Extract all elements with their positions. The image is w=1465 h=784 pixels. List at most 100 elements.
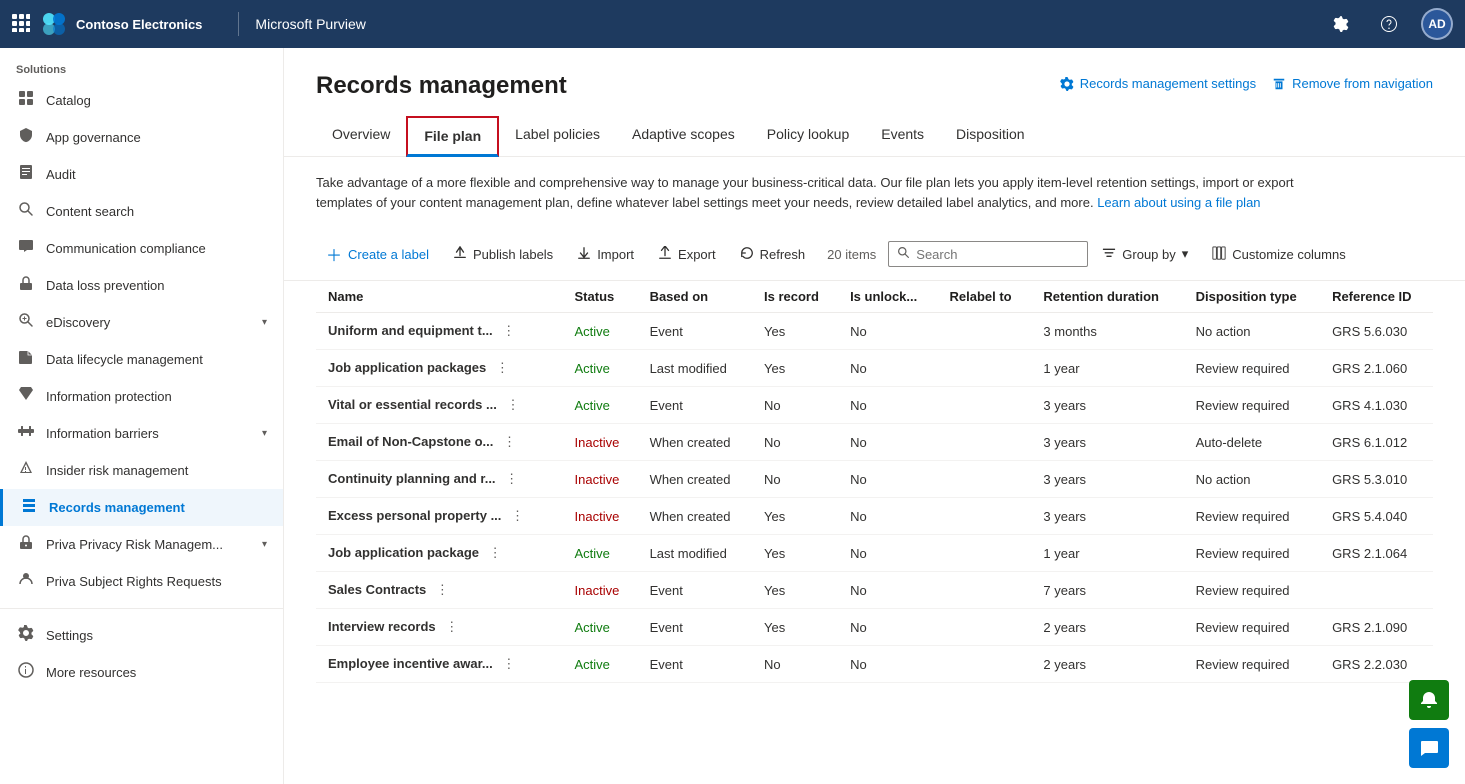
more-resources-icon — [16, 662, 36, 683]
sidebar-item-audit-label: Audit — [46, 167, 267, 182]
cell-based-on: Event — [638, 609, 752, 646]
tab-label-policies[interactable]: Label policies — [499, 116, 616, 157]
information-barriers-chevron-icon: ▾ — [262, 428, 267, 439]
settings-sidebar-icon — [16, 625, 36, 646]
export-icon — [658, 246, 672, 263]
tab-file-plan[interactable]: File plan — [406, 116, 499, 157]
catalog-icon — [16, 90, 36, 111]
sidebar-item-ediscovery[interactable]: eDiscovery ▾ — [0, 304, 283, 341]
row-menu-icon[interactable]: ⋮ — [483, 543, 508, 562]
notification-fab-button[interactable] — [1409, 680, 1449, 720]
row-menu-icon[interactable]: ⋮ — [430, 580, 455, 599]
priva-privacy-chevron-icon: ▾ — [262, 539, 267, 550]
communication-compliance-icon — [16, 238, 36, 259]
col-is-unlocked[interactable]: Is unlock... — [838, 281, 937, 313]
search-box[interactable] — [888, 241, 1088, 267]
sidebar-item-app-governance[interactable]: App governance — [0, 119, 283, 156]
group-by-button[interactable]: Group by ▾ — [1092, 240, 1198, 269]
cell-reference-id: GRS 2.1.064 — [1320, 535, 1433, 572]
app-governance-icon — [16, 127, 36, 148]
customize-columns-button[interactable]: Customize columns — [1202, 240, 1355, 269]
tab-events[interactable]: Events — [865, 116, 940, 157]
cell-retention-duration: 3 years — [1031, 498, 1183, 535]
table-row: Email of Non-Capstone o... ⋮ Inactive Wh… — [316, 424, 1433, 461]
cell-is-record: No — [752, 646, 838, 683]
cell-disposition-type: Review required — [1184, 350, 1320, 387]
row-menu-icon[interactable]: ⋮ — [500, 395, 525, 414]
records-settings-link[interactable]: Records management settings — [1060, 76, 1256, 91]
sidebar-item-information-barriers-label: Information barriers — [46, 426, 252, 441]
sidebar-item-settings[interactable]: Settings — [0, 617, 283, 654]
publish-labels-icon — [453, 246, 467, 263]
sidebar-item-insider-risk[interactable]: Insider risk management — [0, 452, 283, 489]
col-based-on[interactable]: Based on — [638, 281, 752, 313]
chat-fab-button[interactable] — [1409, 728, 1449, 768]
sidebar-item-priva-subject[interactable]: Priva Subject Rights Requests — [0, 563, 283, 600]
sidebar-item-audit[interactable]: Audit — [0, 156, 283, 193]
sidebar-item-records-management[interactable]: Records management — [0, 489, 283, 526]
cell-disposition-type: Auto-delete — [1184, 424, 1320, 461]
cell-name: Uniform and equipment t... ⋮ — [316, 313, 563, 350]
cell-disposition-type: Review required — [1184, 609, 1320, 646]
row-menu-icon[interactable]: ⋮ — [499, 469, 524, 488]
sidebar-item-more-resources[interactable]: More resources — [0, 654, 283, 691]
col-reference-id[interactable]: Reference ID — [1320, 281, 1433, 313]
col-status[interactable]: Status — [563, 281, 638, 313]
remove-nav-link[interactable]: Remove from navigation — [1272, 76, 1433, 91]
content-area: Records management Records management se… — [284, 48, 1465, 784]
sidebar: Solutions Catalog App governance Audit C… — [0, 48, 284, 784]
insider-risk-icon — [16, 460, 36, 481]
item-count: 20 items — [827, 247, 876, 262]
tab-overview[interactable]: Overview — [316, 116, 406, 157]
cell-reference-id: GRS 2.1.090 — [1320, 609, 1433, 646]
sidebar-item-catalog-label: Catalog — [46, 93, 267, 108]
cell-disposition-type: Review required — [1184, 646, 1320, 683]
cell-retention-duration: 2 years — [1031, 609, 1183, 646]
sidebar-item-data-lifecycle-label: Data lifecycle management — [46, 352, 267, 367]
row-menu-icon[interactable]: ⋮ — [496, 321, 521, 340]
col-disposition-type[interactable]: Disposition type — [1184, 281, 1320, 313]
grid-menu-icon[interactable] — [12, 14, 30, 35]
row-menu-icon[interactable]: ⋮ — [505, 506, 530, 525]
row-menu-icon[interactable]: ⋮ — [497, 432, 522, 451]
col-relabel-to[interactable]: Relabel to — [938, 281, 1032, 313]
customize-columns-icon — [1212, 246, 1226, 263]
col-retention-duration[interactable]: Retention duration — [1031, 281, 1183, 313]
cell-relabel-to — [938, 350, 1032, 387]
tab-disposition[interactable]: Disposition — [940, 116, 1040, 157]
table-row: Sales Contracts ⋮ Inactive Event Yes No … — [316, 572, 1433, 609]
row-menu-icon[interactable]: ⋮ — [496, 654, 521, 673]
sidebar-item-data-lifecycle[interactable]: Data lifecycle management — [0, 341, 283, 378]
publish-labels-button[interactable]: Publish labels — [443, 240, 563, 269]
user-avatar[interactable]: AD — [1421, 8, 1453, 40]
row-menu-icon[interactable]: ⋮ — [490, 358, 515, 377]
sidebar-item-content-search[interactable]: Content search — [0, 193, 283, 230]
cell-name: Email of Non-Capstone o... ⋮ — [316, 424, 563, 461]
sidebar-item-information-barriers[interactable]: Information barriers ▾ — [0, 415, 283, 452]
tab-policy-lookup[interactable]: Policy lookup — [751, 116, 866, 157]
import-button[interactable]: Import — [567, 240, 644, 269]
tab-adaptive-scopes[interactable]: Adaptive scopes — [616, 116, 751, 157]
cell-is-record: No — [752, 387, 838, 424]
group-by-icon — [1102, 246, 1116, 263]
create-label-button[interactable]: ＋ Create a label — [316, 236, 439, 272]
cell-is-unlocked: No — [838, 572, 937, 609]
help-icon-button[interactable] — [1373, 8, 1405, 40]
search-input[interactable] — [916, 247, 1079, 262]
col-name[interactable]: Name — [316, 281, 563, 313]
table-header-row: Name Status Based on Is record Is unlock… — [316, 281, 1433, 313]
settings-icon-button[interactable] — [1325, 8, 1357, 40]
data-loss-prevention-icon — [16, 275, 36, 296]
sidebar-item-communication-compliance[interactable]: Communication compliance — [0, 230, 283, 267]
row-menu-icon[interactable]: ⋮ — [439, 617, 464, 636]
export-button[interactable]: Export — [648, 240, 726, 269]
sidebar-item-information-protection[interactable]: Information protection — [0, 378, 283, 415]
col-is-record[interactable]: Is record — [752, 281, 838, 313]
refresh-button[interactable]: Refresh — [730, 240, 816, 269]
sidebar-item-data-loss-prevention[interactable]: Data loss prevention — [0, 267, 283, 304]
create-label-icon: ＋ — [326, 242, 342, 266]
information-barriers-icon — [16, 423, 36, 444]
sidebar-item-priva-privacy[interactable]: Priva Privacy Risk Managem... ▾ — [0, 526, 283, 563]
sidebar-item-catalog[interactable]: Catalog — [0, 82, 283, 119]
learn-more-link[interactable]: Learn about using a file plan — [1097, 195, 1260, 210]
